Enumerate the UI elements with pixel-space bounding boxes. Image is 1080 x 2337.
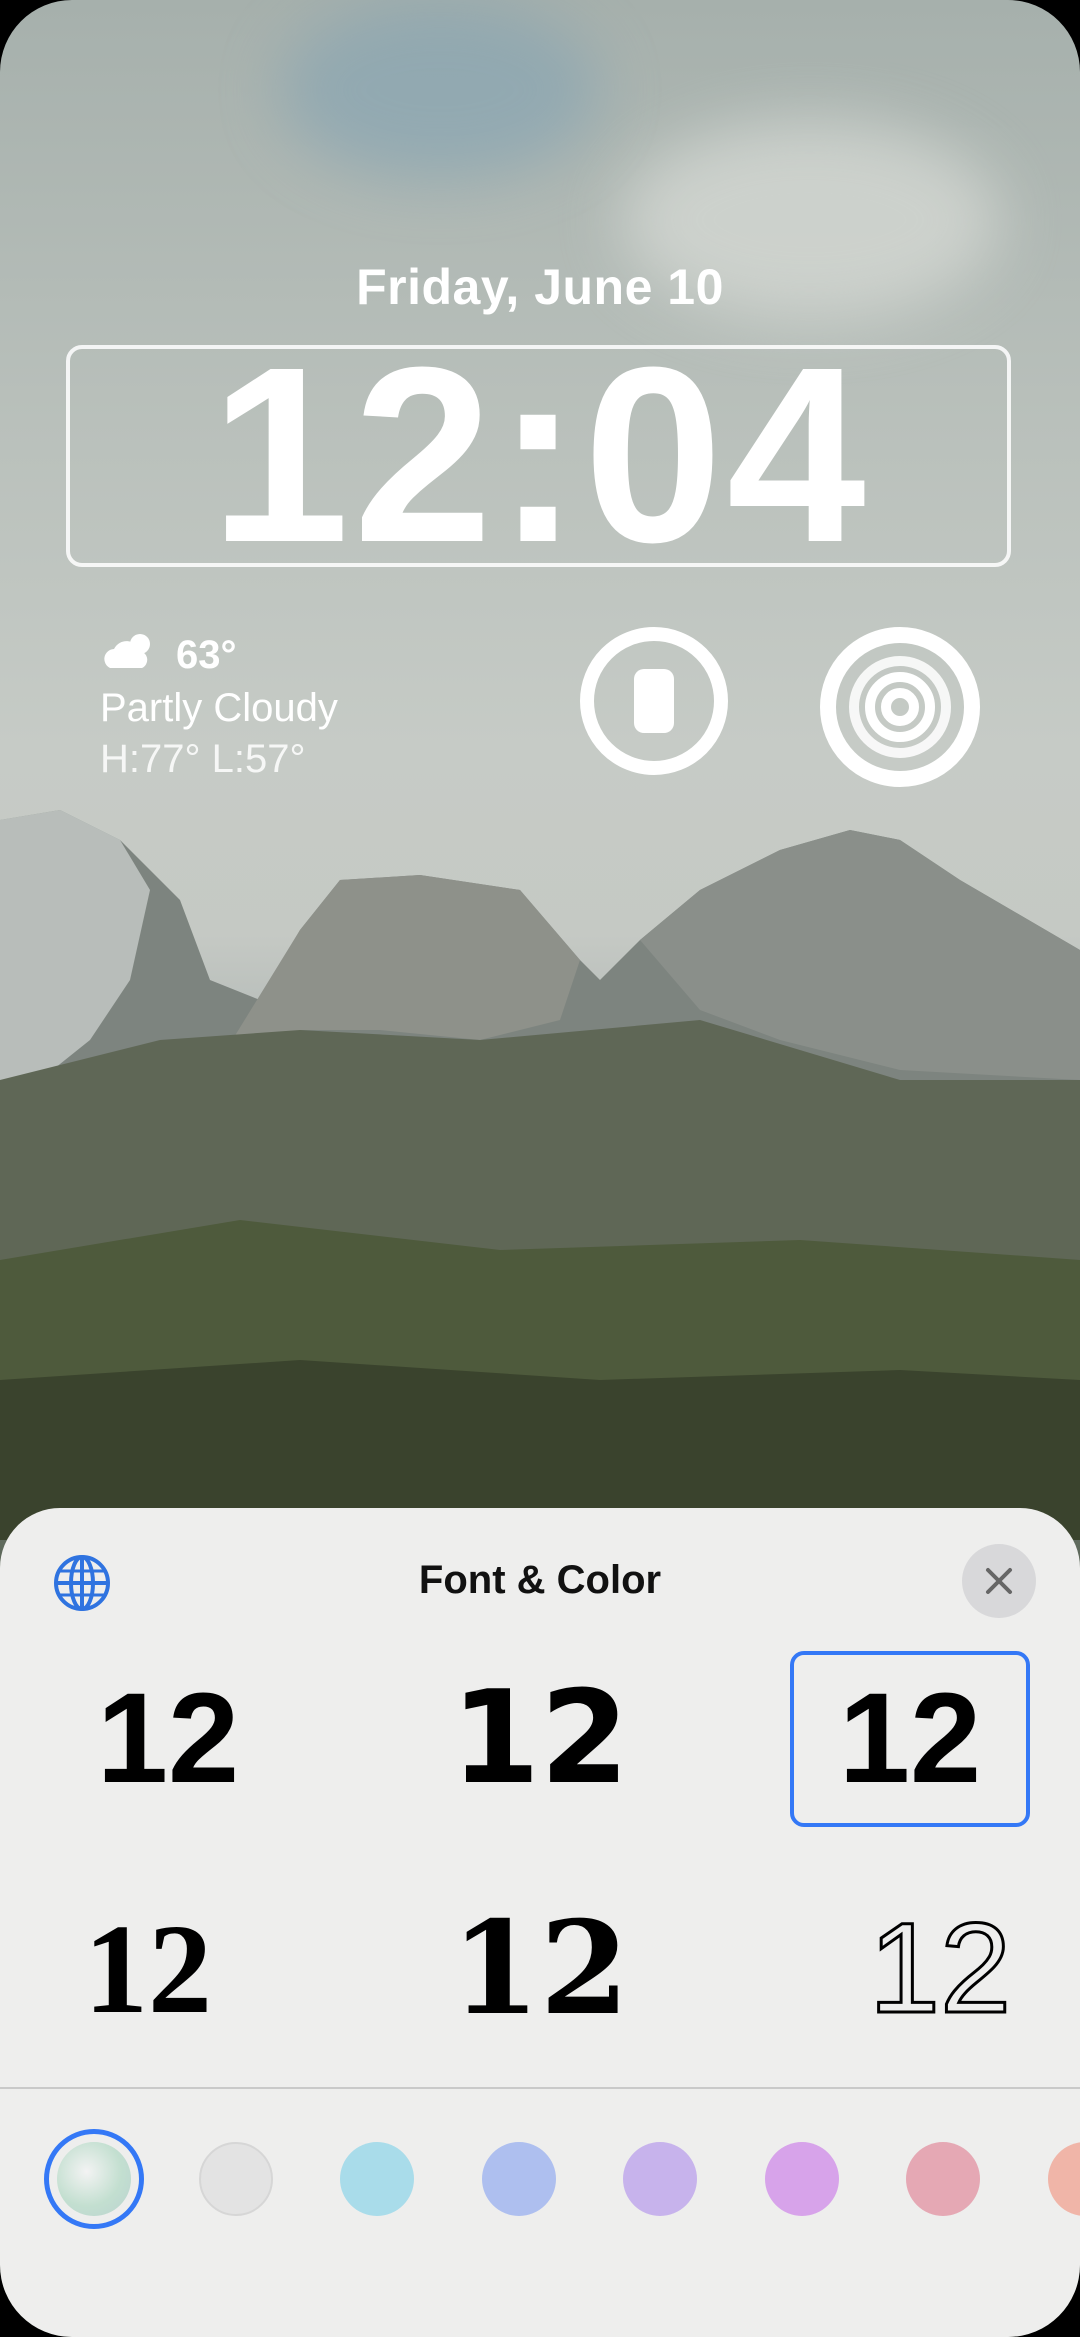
color-swatch-2[interactable] bbox=[199, 2142, 273, 2216]
sheet-title: Font & Color bbox=[418, 1558, 662, 1602]
color-swatch-3[interactable] bbox=[340, 2142, 414, 2216]
sky-patch bbox=[280, 0, 600, 180]
weather-high-low: H:77° L:57° bbox=[100, 737, 306, 781]
divider bbox=[0, 2087, 1080, 2089]
activity-rings-widget[interactable] bbox=[820, 627, 980, 787]
lock-time[interactable]: 12:04 bbox=[0, 330, 1080, 580]
color-swatch-6[interactable] bbox=[765, 2142, 839, 2216]
weather-condition: Partly Cloudy bbox=[100, 686, 338, 730]
font-option-stencil[interactable]: 12 bbox=[790, 1651, 1030, 1827]
weather-widget[interactable]: 63° Partly Cloudy H:77° L:57° bbox=[100, 630, 338, 782]
lock-date: Friday, June 10 bbox=[356, 259, 724, 315]
weather-temperature: 63° bbox=[176, 632, 237, 677]
color-swatch-4[interactable] bbox=[482, 2142, 556, 2216]
font-option-outline[interactable]: 12 bbox=[820, 1881, 1060, 2057]
font-option-sans[interactable]: 12 bbox=[420, 1651, 660, 1827]
partly-cloudy-icon bbox=[100, 630, 162, 680]
font-option-serif[interactable]: 12 bbox=[28, 1881, 268, 2057]
color-swatch-8[interactable] bbox=[1048, 2142, 1080, 2216]
lock-screen: Friday, June 10 12:04 63° Partly Cloudy … bbox=[0, 0, 1080, 2337]
watch-battery-widget[interactable] bbox=[580, 627, 728, 775]
mountain-wallpaper bbox=[0, 810, 1080, 1540]
font-color-sheet: Font & Color 12 12 12 12 12 12 bbox=[0, 1508, 1080, 2337]
activity-rings-icon bbox=[849, 656, 951, 758]
color-swatch-5[interactable] bbox=[623, 2142, 697, 2216]
font-option-slab[interactable]: 12 bbox=[420, 1881, 660, 2057]
apple-watch-icon bbox=[634, 669, 674, 733]
color-swatch-7[interactable] bbox=[906, 2142, 980, 2216]
close-button[interactable] bbox=[962, 1544, 1036, 1618]
close-icon bbox=[986, 1568, 1012, 1594]
font-option-rounded[interactable]: 12 bbox=[48, 1651, 288, 1827]
color-swatch-1[interactable] bbox=[57, 2142, 131, 2216]
